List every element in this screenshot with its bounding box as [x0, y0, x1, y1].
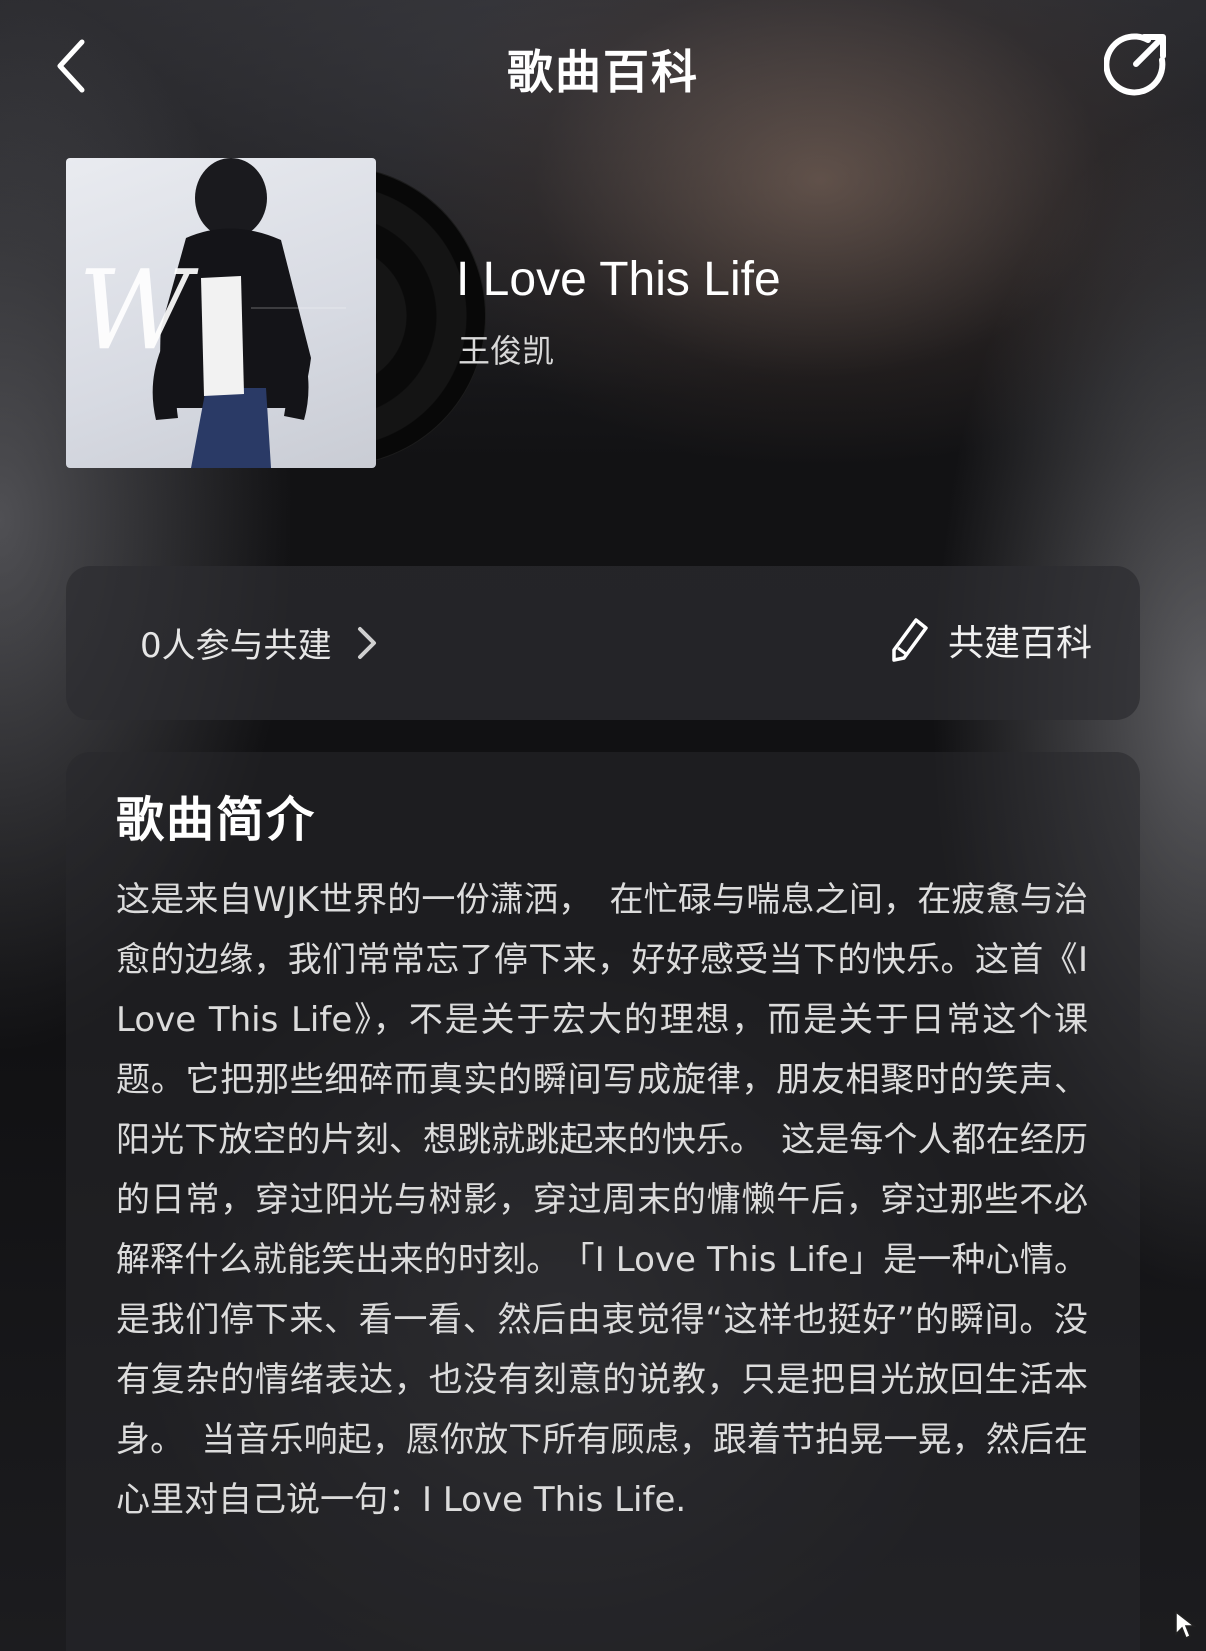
share-button[interactable]: [1103, 30, 1170, 96]
album-art-group: W: [66, 158, 486, 468]
song-intro-card: 歌曲简介 这是来自WJK世界的一份潇洒， 在忙碌与喘息之间，在疲惫与治愈的边缘，…: [66, 752, 1140, 1651]
top-bar: 歌曲百科: [0, 0, 1206, 135]
song-title: I Love This Life: [456, 253, 781, 306]
album-cover-artwork: W: [78, 158, 346, 468]
participants-label: 0人参与共建: [140, 626, 332, 666]
share-arrow-icon: [1103, 33, 1166, 96]
pencil-icon: [892, 618, 928, 662]
chevron-right-icon: [357, 626, 376, 659]
album-cover[interactable]: W: [66, 158, 376, 468]
cobuild-label: 共建百科: [947, 623, 1092, 664]
intro-body: 这是来自WJK世界的一份潇洒， 在忙碌与喘息之间，在疲惫与治愈的边缘，我们常常忘…: [116, 880, 1088, 1520]
cobuild-wiki-button[interactable]: 共建百科: [888, 614, 1092, 666]
participants-link[interactable]: 0人参与共建: [140, 618, 380, 667]
song-artist[interactable]: 王俊凯: [458, 326, 554, 372]
cursor-icon: [1175, 1610, 1197, 1640]
cobuild-card: 0人参与共建 共建百科: [66, 566, 1140, 720]
intro-heading: 歌曲简介: [116, 792, 317, 848]
page-title: 歌曲百科: [507, 45, 699, 99]
cover-script-letter: W: [78, 246, 199, 374]
